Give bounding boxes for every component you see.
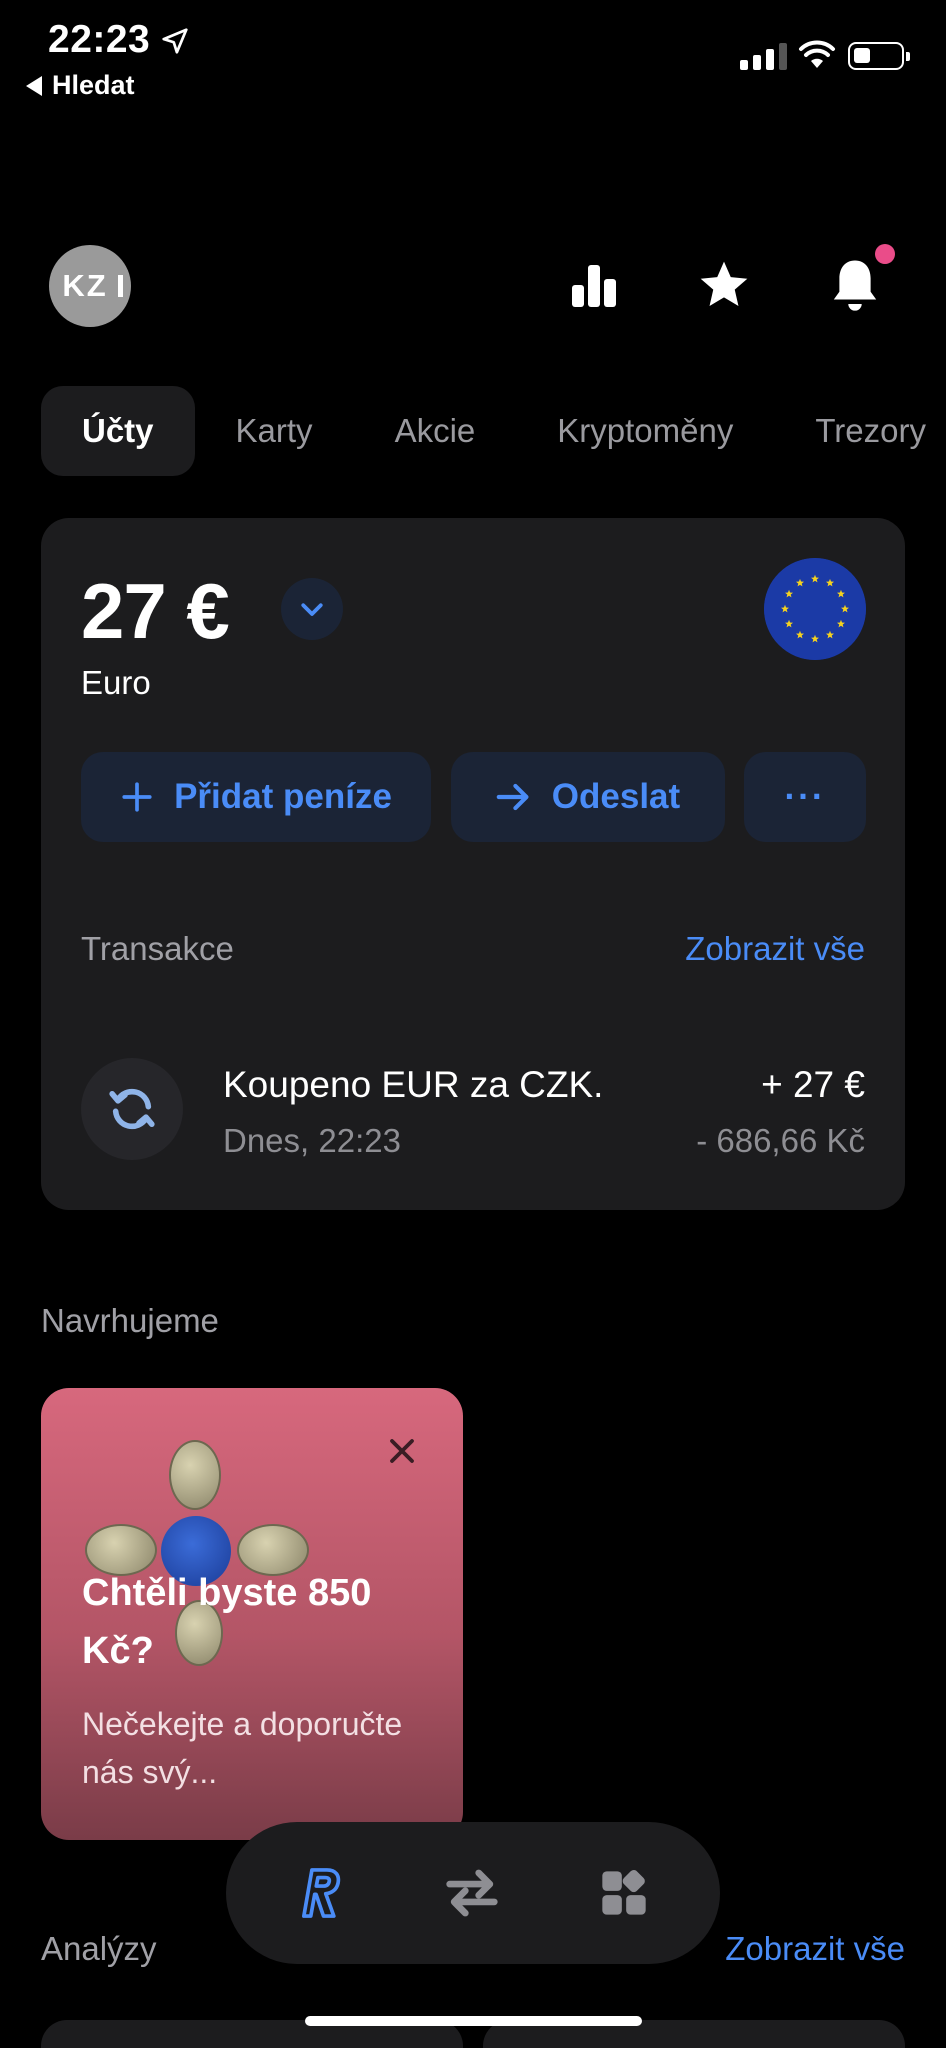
avatar[interactable]: KZ [49,245,131,327]
exchange-icon [81,1058,183,1160]
suggestions-title: Navrhujeme [41,1302,219,1339]
battery-icon [848,42,910,70]
send-button[interactable]: Odeslat [451,752,725,842]
transactions-view-all-link[interactable]: Zobrazit vše [685,930,865,968]
notification-dot [875,244,895,264]
back-to-search-link[interactable]: Hledat [26,70,135,101]
bottom-nav [226,1822,720,1964]
transactions-title: Transakce [81,930,234,967]
add-money-label: Přidat peníze [174,777,392,816]
status-bar: 22:23 Hledat [0,0,946,110]
wifi-icon [799,40,835,68]
transaction-name[interactable]: Koupeno EUR za CZK. [223,1064,603,1106]
bell-icon[interactable] [825,255,885,315]
eu-flag-icon [764,558,866,660]
analyses-title: Analýzy [41,1930,157,1967]
status-time: 22:23 [48,18,151,61]
plus-icon [122,782,152,812]
more-label: ··· [784,777,826,816]
send-label: Odeslat [551,777,681,816]
tab-crypto[interactable]: Kryptoměny [516,386,774,476]
avatar-initials: KZ [62,268,108,303]
home-logo-icon[interactable] [284,1857,356,1929]
star-icon[interactable] [694,255,754,315]
add-money-button[interactable]: Přidat peníze [81,752,431,842]
back-label: Hledat [52,70,135,100]
tab-stocks[interactable]: Akcie [354,386,517,476]
account-card[interactable]: 27 € Euro Přidat peníze Odeslat ··· Tran… [41,518,905,1210]
transaction-amount: + 27 € [761,1064,865,1105]
transaction-time: Dnes, 22:23 [223,1122,401,1159]
chevron-down-icon[interactable] [281,578,343,640]
promo-headline: Chtěli byste 850 Kč? [82,1572,372,1672]
tab-accounts[interactable]: Účty [41,386,195,476]
promo-body: Nečekejte a doporučte nás svý... [82,1706,403,1790]
hub-icon[interactable] [588,1857,660,1929]
close-icon[interactable] [387,1436,417,1466]
location-arrow-icon [162,28,188,54]
transaction-sub-amount: - 686,66 Kč [696,1122,865,1159]
home-indicator [305,2016,642,2026]
analytics-icon[interactable] [564,255,624,315]
cellular-signal-icon [740,42,787,70]
tab-vaults[interactable]: Trezory [774,386,946,476]
more-button[interactable]: ··· [744,752,866,842]
referral-promo-card[interactable]: Chtěli byste 850 Kč? Nečekejte a doporuč… [41,1388,463,1840]
arrow-right-icon [496,783,529,811]
transfers-icon[interactable] [436,1857,508,1929]
tab-bar: Účty Karty Akcie Kryptoměny Trezory [41,386,946,476]
currency-name: Euro [81,664,151,701]
back-triangle-icon [26,75,42,96]
account-balance: 27 € [81,567,230,655]
analyses-view-all-link[interactable]: Zobrazit vše [725,1930,905,1968]
tab-cards[interactable]: Karty [195,386,354,476]
